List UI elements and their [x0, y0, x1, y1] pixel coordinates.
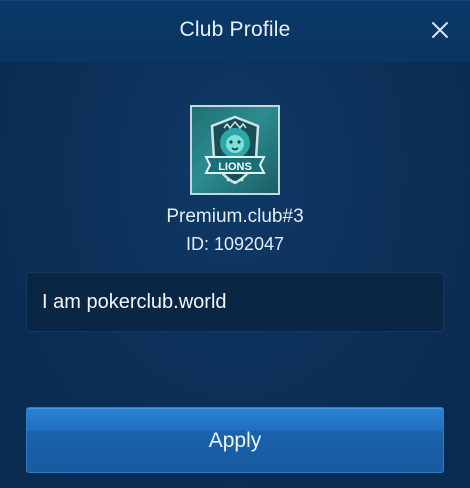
lions-club-logo: LIONS	[204, 115, 266, 185]
club-logo: LIONS	[190, 105, 280, 195]
close-icon[interactable]	[426, 16, 454, 44]
apply-button-label: Apply	[208, 429, 262, 452]
club-name: Premium.club#3	[166, 206, 304, 227]
club-description-field[interactable]: I am pokerclub.world	[26, 272, 444, 332]
club-profile-dialog: Club Profile LIONS Premium.club#3 ID: 10…	[0, 0, 470, 488]
apply-button[interactable]: Apply	[26, 407, 444, 473]
dialog-title: Club Profile	[179, 18, 291, 41]
club-description-text: I am pokerclub.world	[42, 291, 227, 313]
dialog-header: Club Profile	[0, 0, 470, 63]
club-id: ID: 1092047	[185, 234, 285, 254]
logo-text: LIONS	[218, 161, 252, 173]
